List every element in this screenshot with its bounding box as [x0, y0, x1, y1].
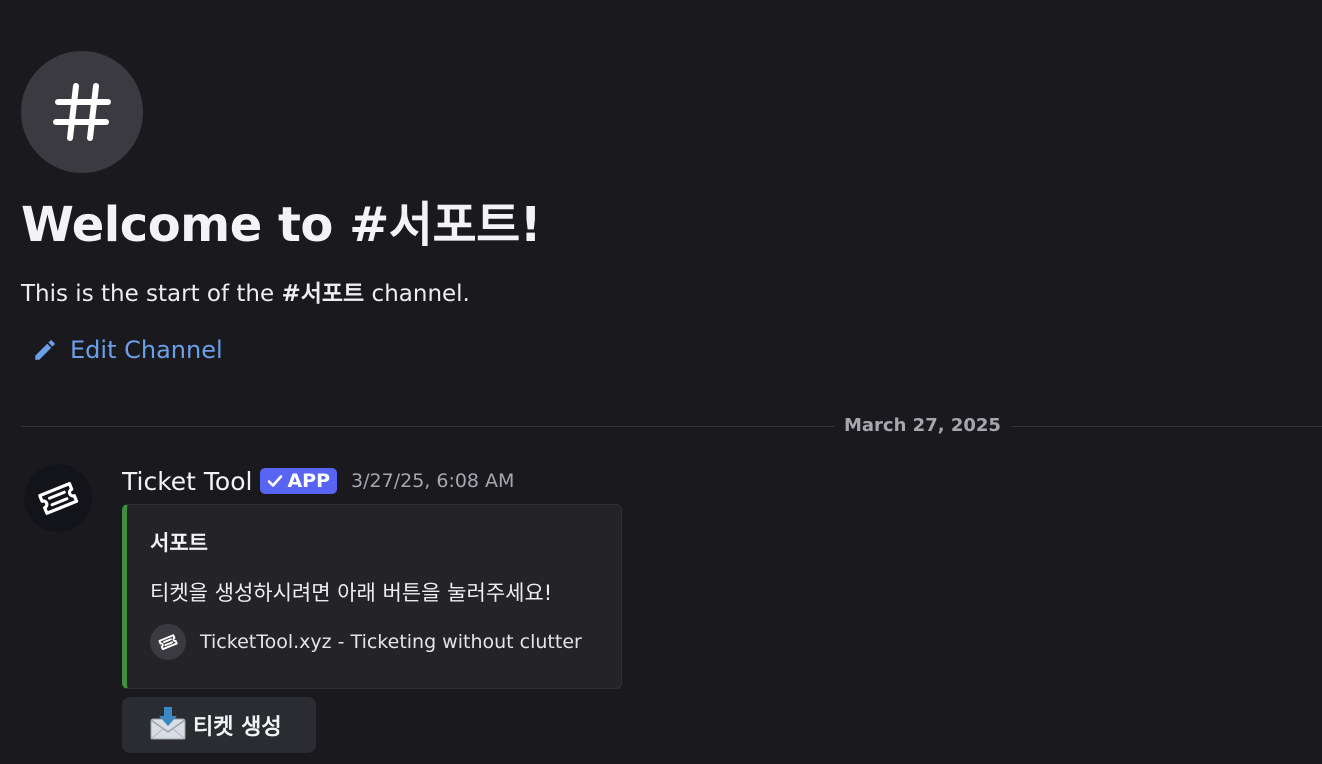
- intro-prefix: This is the start of the: [21, 281, 282, 307]
- author-name[interactable]: Ticket Tool: [122, 467, 252, 496]
- author-avatar[interactable]: [24, 464, 92, 532]
- embed-footer-text: TicketTool.xyz - Ticketing without clutt…: [200, 631, 582, 653]
- pencil-icon: [35, 340, 55, 360]
- create-ticket-button[interactable]: 티켓 생성: [122, 697, 316, 753]
- edit-channel-label: Edit Channel: [70, 336, 223, 364]
- app-badge-label: APP: [287, 470, 331, 492]
- channel-view: Welcome to #서포트! This is the start of th…: [0, 0, 1322, 764]
- embed-title: 서포트: [150, 531, 208, 555]
- envelope-inbox-icon: [149, 705, 187, 745]
- ticket-icon: [38, 482, 79, 515]
- message-timestamp[interactable]: 3/27/25, 6:08 AM: [351, 470, 514, 492]
- channel-intro-text: This is the start of the #서포트 channel.: [21, 278, 470, 310]
- app-badge: APP: [260, 468, 338, 494]
- message-embed: 서포트 티켓을 생성하시려면 아래 버튼을 눌러주세요! TicketTool.…: [122, 504, 622, 689]
- edit-channel-link[interactable]: Edit Channel: [32, 336, 223, 364]
- message-header: Ticket Tool APP 3/27/25, 6:08 AM: [122, 464, 514, 498]
- hash-icon: [53, 83, 111, 141]
- footer-ticket-icon: [150, 624, 186, 660]
- intro-channel-mention[interactable]: #서포트: [281, 281, 364, 307]
- embed-footer: TicketTool.xyz - Ticketing without clutt…: [150, 624, 582, 660]
- create-ticket-label: 티켓 생성: [193, 715, 282, 740]
- checkmark-icon: [268, 475, 283, 487]
- embed-description: 티켓을 생성하시려면 아래 버튼을 눌러주세요!: [150, 581, 553, 605]
- intro-suffix: channel.: [364, 281, 470, 307]
- welcome-title: Welcome to #서포트!: [21, 197, 542, 253]
- channel-hash-icon: [21, 51, 143, 173]
- date-divider: [21, 426, 1322, 427]
- ticket-icon: [158, 634, 178, 650]
- date-divider-label: March 27, 2025: [834, 413, 1011, 439]
